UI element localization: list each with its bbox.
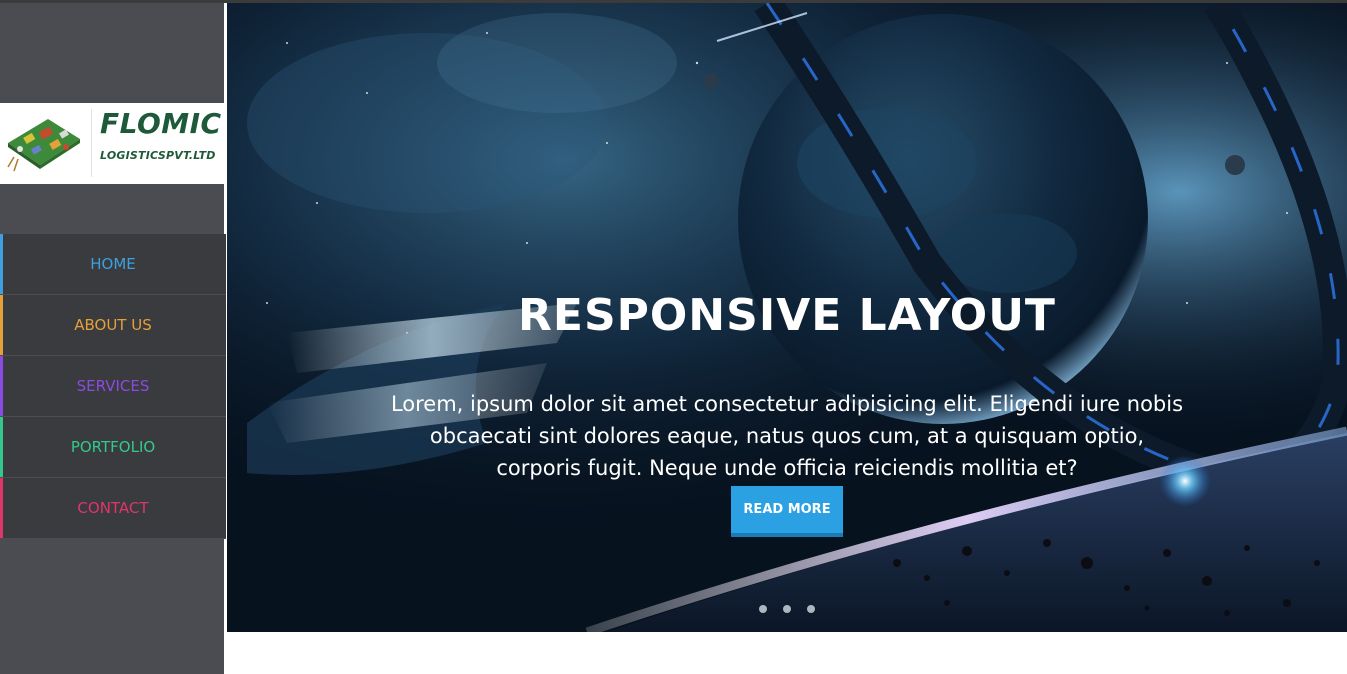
nav-accent-bar	[0, 356, 3, 416]
brand-subtitle: LOGISTICSPVT.LTD	[100, 149, 216, 162]
main-nav: HOME ABOUT US SERVICES PORTFOLIO CONTACT	[0, 234, 226, 539]
sidebar: FLOMIC LOGISTICSPVT.LTD HOME ABOUT US SE…	[0, 3, 226, 674]
brand-name: FLOMIC	[100, 107, 222, 140]
circuit-board-icon	[7, 119, 80, 172]
nav-accent-bar	[0, 234, 3, 294]
nav-item-services[interactable]: SERVICES	[0, 356, 226, 417]
slide-dot-3[interactable]	[807, 605, 815, 613]
nav-item-label: CONTACT	[77, 499, 149, 517]
hero-slider: RESPONSIVE LAYOUT Lorem, ipsum dolor sit…	[227, 3, 1347, 632]
nav-item-contact[interactable]: CONTACT	[0, 478, 226, 539]
logo-divider	[91, 109, 92, 177]
nav-item-label: HOME	[90, 255, 136, 273]
nav-item-label: ABOUT US	[74, 316, 152, 334]
nav-item-about-us[interactable]: ABOUT US	[0, 295, 226, 356]
slider-dots	[759, 605, 815, 613]
nav-accent-bar	[0, 295, 3, 355]
hero-description: Lorem, ipsum dolor sit amet consectetur …	[390, 392, 1184, 480]
hero-title: RESPONSIVE LAYOUT	[518, 290, 1056, 342]
nav-item-home[interactable]: HOME	[0, 234, 226, 295]
slide-dot-1[interactable]	[759, 605, 767, 613]
read-more-button[interactable]: READ MORE	[731, 486, 843, 537]
nav-accent-bar	[0, 417, 3, 477]
slide-dot-2[interactable]	[783, 605, 791, 613]
nav-item-portfolio[interactable]: PORTFOLIO	[0, 417, 226, 478]
nav-item-label: PORTFOLIO	[70, 438, 156, 456]
logo[interactable]: FLOMIC LOGISTICSPVT.LTD	[0, 103, 224, 184]
nav-item-label: SERVICES	[76, 377, 150, 395]
nav-accent-bar	[0, 478, 3, 538]
